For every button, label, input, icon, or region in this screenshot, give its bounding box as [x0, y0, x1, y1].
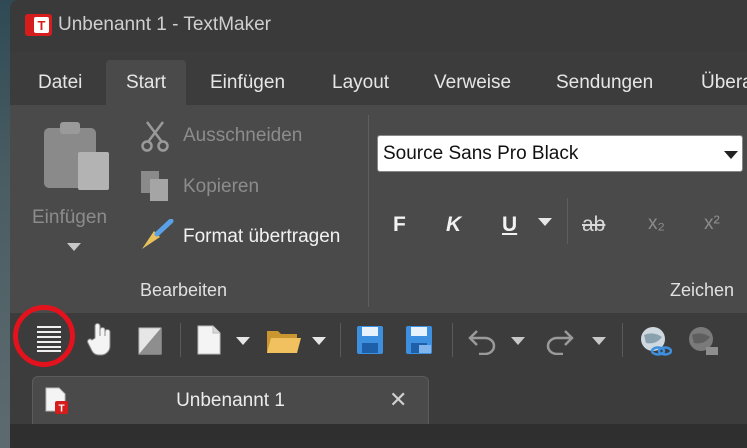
- save-icon[interactable]: [356, 325, 384, 355]
- close-icon[interactable]: ✕: [389, 387, 407, 413]
- superscript-button[interactable]: x²: [704, 213, 720, 235]
- cut-button[interactable]: Ausschneiden: [183, 125, 302, 147]
- underline-dropdown-arrow[interactable]: [538, 218, 552, 226]
- app-logo-icon: T: [25, 14, 52, 36]
- font-group-label: Zeichen: [670, 280, 735, 300]
- new-doc-dropdown-arrow[interactable]: [236, 337, 250, 345]
- save-as-icon[interactable]: [405, 325, 433, 355]
- strikethrough-button[interactable]: ab: [582, 213, 605, 237]
- copy-button[interactable]: Kopieren: [183, 176, 259, 198]
- edit-group-label: Bearbeiten: [140, 280, 228, 300]
- hand-icon[interactable]: [87, 322, 113, 356]
- scissors-icon: [141, 121, 169, 152]
- paste-icon[interactable]: [42, 120, 112, 192]
- folder-icon[interactable]: [266, 327, 302, 355]
- tab-start[interactable]: Start: [106, 60, 186, 105]
- brush-icon: [142, 219, 174, 249]
- quick-access-toolbar: [10, 313, 747, 369]
- bold-button[interactable]: F: [393, 213, 406, 237]
- redo-dropdown-arrow[interactable]: [592, 337, 606, 345]
- undo-dropdown-arrow[interactable]: [511, 337, 525, 345]
- chevron-down-icon[interactable]: [724, 151, 738, 159]
- window-title: Unbenannt 1 - TextMaker: [58, 14, 271, 35]
- open-dropdown-arrow[interactable]: [312, 337, 326, 345]
- toolbar-separator: [452, 323, 453, 357]
- tab-verweise[interactable]: Verweise: [434, 60, 511, 105]
- title-bar: T Unbenannt 1 - TextMaker: [10, 0, 747, 52]
- ribbon-tabs: Datei Start Einfügen Layout Verweise Sen…: [10, 60, 747, 105]
- undo-icon[interactable]: [467, 327, 497, 355]
- document-tab[interactable]: T Unbenannt 1 ✕: [32, 376, 429, 424]
- ribbon-panel: Einfügen Ausschneiden Kopieren Format üb…: [10, 105, 747, 313]
- toolbar-separator: [340, 323, 341, 357]
- globe-offline-icon[interactable]: [686, 325, 720, 357]
- new-doc-icon[interactable]: [197, 325, 221, 355]
- underline-button[interactable]: U: [502, 213, 517, 237]
- format-painter-button[interactable]: Format übertragen: [183, 226, 340, 248]
- italic-button[interactable]: K: [446, 213, 461, 237]
- app-window: T Unbenannt 1 - TextMaker Datei Start Ei…: [10, 0, 747, 448]
- group-separator: [368, 115, 369, 307]
- svg-text:T: T: [38, 18, 46, 33]
- tab-layout[interactable]: Layout: [332, 60, 389, 105]
- globe-link-icon[interactable]: [638, 325, 672, 357]
- redo-icon[interactable]: [545, 327, 575, 355]
- font-name-value: Source Sans Pro Black: [383, 143, 579, 164]
- font-name-select[interactable]: Source Sans Pro Black: [377, 135, 743, 172]
- paste-dropdown-arrow[interactable]: [67, 243, 81, 251]
- copy-icon: [141, 171, 168, 201]
- toolbar-separator: [180, 323, 181, 357]
- highlight-circle: [13, 305, 75, 367]
- tab-ueberarbeiten[interactable]: Überarbeiten: [701, 60, 747, 105]
- paste-label[interactable]: Einfügen: [32, 207, 107, 229]
- format-separator: [567, 198, 568, 244]
- contrast-icon[interactable]: [138, 327, 162, 355]
- tab-einfuegen[interactable]: Einfügen: [210, 60, 285, 105]
- document-tab-label: Unbenannt 1: [176, 390, 285, 411]
- subscript-button[interactable]: x₂: [648, 213, 665, 235]
- toolbar-separator: [622, 323, 623, 357]
- tab-datei[interactable]: Datei: [38, 60, 82, 105]
- ruler-strip: [10, 424, 747, 448]
- tab-sendungen[interactable]: Sendungen: [556, 60, 653, 105]
